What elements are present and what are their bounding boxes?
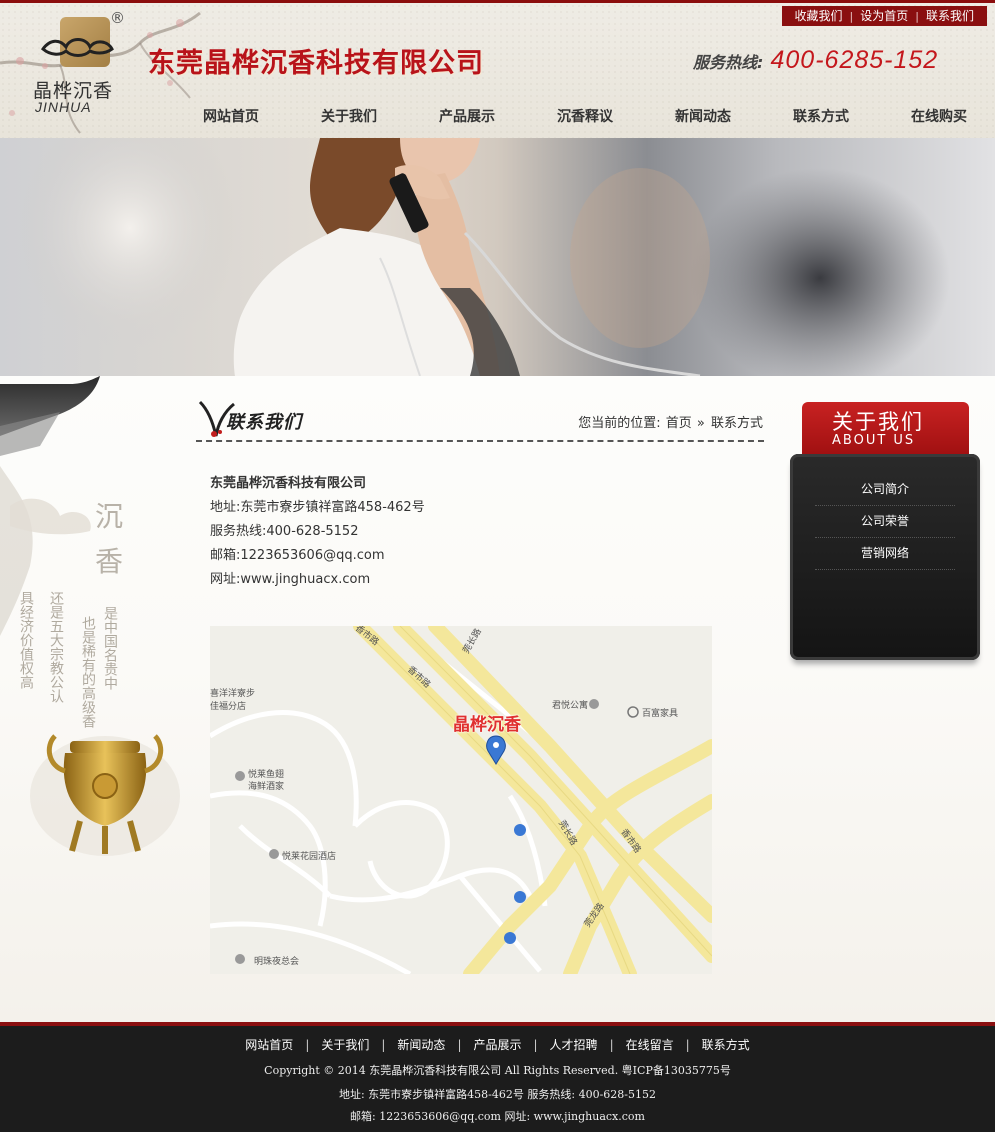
- deco-poem-column: 是中国名贵中: [102, 606, 118, 690]
- footer-separator: |: [685, 1038, 690, 1052]
- site-header: ® 晶桦沉香 JINHUA 东莞晶桦沉香科技有限公司 服务热线: 400-628…: [0, 0, 995, 138]
- logo-emblem[interactable]: [40, 17, 114, 67]
- banner-photo-woman-on-phone: [20, 138, 950, 376]
- registered-mark: ®: [110, 9, 125, 27]
- deco-poem-column: 也是稀有的高级香: [80, 616, 96, 728]
- deco-poem-column: 还是五大宗教公认: [48, 591, 64, 703]
- main-content: 沉 香 是中国名贵中 也是稀有的高级香 还是五大宗教公认 具经济价值权高 联系我…: [0, 376, 995, 1022]
- footer-copyright: Copyright © 2014 东莞晶桦沉香科技有限公司 All Rights…: [264, 1064, 731, 1077]
- hotline-label: 服务热线:: [693, 53, 764, 72]
- location-map[interactable]: 香市路 香市路 莞长路 莞长路 香市路 莞龙路 君悦公寓 百富家具 喜洋洋寮步 …: [210, 626, 712, 974]
- sidebar-header: 关于我们 ABOUT US: [802, 402, 969, 458]
- contact-us-link[interactable]: 联系我们: [919, 6, 981, 26]
- deco-title-char: 香: [95, 545, 123, 578]
- footer-separator: |: [305, 1038, 310, 1052]
- contact-email: 邮箱:1223653606@qq.com: [210, 548, 385, 563]
- breadcrumb-prefix: 您当前的位置:: [578, 416, 661, 431]
- main-nav: 网站首页 关于我们 产品展示 沉香释议 新闻动态 联系方式 在线购买: [172, 103, 995, 131]
- contact-website: 网址:www.jinghuacx.com: [210, 572, 371, 587]
- breadcrumb-separator: »: [696, 416, 705, 431]
- nav-contact[interactable]: 联系方式: [762, 103, 880, 131]
- section-header: 联系我们 您当前的位置: 首页 » 联系方式: [196, 396, 764, 442]
- contact-address: 地址:东莞市寮步镇祥富路458-462号: [210, 500, 425, 515]
- map-place-label: 百富家具: [642, 709, 679, 719]
- footer-separator: |: [609, 1038, 614, 1052]
- sidebar-item-sales-network[interactable]: 营销网络: [815, 538, 955, 570]
- hotline: 服务热线: 400-6285-152: [693, 46, 938, 75]
- breadcrumb: 您当前的位置: 首页 » 联系方式: [577, 412, 764, 431]
- nav-online-shop[interactable]: 在线购买: [880, 103, 995, 131]
- map-roads: [210, 626, 712, 974]
- footer-separator: |: [457, 1038, 462, 1052]
- map-place-label: 君悦公寓: [552, 701, 589, 711]
- site-footer: 网站首页 | 关于我们 | 新闻动态 | 产品展示 | 人才招聘 | 在线留言 | 联系方式 Copyr…: [0, 1022, 995, 1132]
- section-title: 联系我们: [226, 412, 302, 433]
- sidebar-title-english: ABOUT US: [832, 433, 916, 448]
- deco-poem-column: 具经济价值权高: [18, 591, 34, 689]
- map-place-label: 明珠夜总会: [254, 957, 300, 967]
- about-sidebar: 关于我们 ABOUT US 公司简介 公司荣誉 营销网络: [790, 402, 980, 672]
- company-title: 东莞晶桦沉香科技有限公司: [148, 48, 484, 79]
- contact-company: 东莞晶桦沉香科技有限公司: [210, 476, 367, 491]
- sidebar-menu-box: 公司简介 公司荣誉 营销网络: [790, 454, 980, 660]
- logo-english-text: JINHUA: [35, 99, 92, 115]
- map-place-label: 海鲜酒家: [248, 782, 285, 792]
- sidebar-title-chinese: 关于我们: [832, 410, 924, 434]
- map-place-label: 喜洋洋寮步: [210, 689, 256, 699]
- sidebar-menu: 公司简介 公司荣誉 营销网络: [815, 474, 955, 570]
- hotline-number: 400-6285-152: [770, 46, 939, 74]
- nav-agarwood-discussion[interactable]: 沉香释议: [526, 103, 644, 131]
- sidebar-item-company-honors[interactable]: 公司荣誉: [815, 506, 955, 538]
- footer-link-jobs[interactable]: 人才招聘: [550, 1038, 598, 1052]
- set-homepage-link[interactable]: 设为首页: [853, 6, 915, 26]
- contact-info: 东莞晶桦沉香科技有限公司 地址:东莞市寮步镇祥富路458-462号 服务热线:4…: [210, 472, 425, 592]
- nav-home[interactable]: 网站首页: [172, 103, 290, 131]
- footer-link-message[interactable]: 在线留言: [626, 1038, 674, 1052]
- footer-address: 地址: 东莞市寮步镇祥富路458-462号 服务热线: 400-628-5152: [338, 1088, 657, 1101]
- nav-about[interactable]: 关于我们: [290, 103, 408, 131]
- contact-hotline: 服务热线:400-628-5152: [210, 524, 359, 539]
- map-place-label: 佳福分店: [210, 702, 247, 712]
- top-links-bar: 收藏我们 | 设为首页 | 联系我们: [781, 6, 987, 26]
- map-marker-label: 晶桦沉香: [453, 715, 521, 735]
- breadcrumb-current: 联系方式: [710, 416, 763, 431]
- footer-link-products[interactable]: 产品展示: [473, 1038, 521, 1052]
- footer-link-home[interactable]: 网站首页: [245, 1038, 293, 1052]
- breadcrumb-home-link[interactable]: 首页: [666, 416, 692, 431]
- footer-link-news[interactable]: 新闻动态: [397, 1038, 445, 1052]
- map-place-label: 悦莱花园酒店: [282, 852, 337, 862]
- nav-news[interactable]: 新闻动态: [644, 103, 762, 131]
- bookmark-link[interactable]: 收藏我们: [788, 6, 850, 26]
- chinese-painting-decoration: 沉 香 是中国名贵中 也是稀有的高级香 还是五大宗教公认 具经济价值权高: [0, 376, 180, 856]
- footer-link-contact[interactable]: 联系方式: [702, 1038, 750, 1052]
- cloud-logo-icon: [40, 38, 114, 57]
- footer-separator: |: [533, 1038, 538, 1052]
- footer-separator: |: [381, 1038, 386, 1052]
- footer-nav: 网站首页 | 关于我们 | 新闻动态 | 产品展示 | 人才招聘 | 在线留言 | 联系方式: [0, 1036, 995, 1053]
- footer-contact: 邮箱: 1223653606@qq.com 网址: www.jinghuacx.…: [350, 1110, 645, 1123]
- deco-title-char: 沉: [95, 500, 123, 533]
- hero-banner: [0, 138, 995, 376]
- footer-link-about[interactable]: 关于我们: [321, 1038, 369, 1052]
- nav-products[interactable]: 产品展示: [408, 103, 526, 131]
- sidebar-item-company-intro[interactable]: 公司简介: [815, 474, 955, 506]
